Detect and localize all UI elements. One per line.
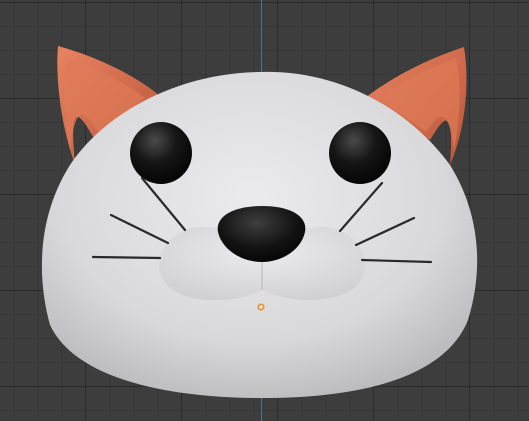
left-eye xyxy=(130,122,192,184)
right-eye xyxy=(329,122,391,184)
3d-viewport[interactable] xyxy=(0,0,529,421)
cat-head-model[interactable] xyxy=(0,0,529,421)
